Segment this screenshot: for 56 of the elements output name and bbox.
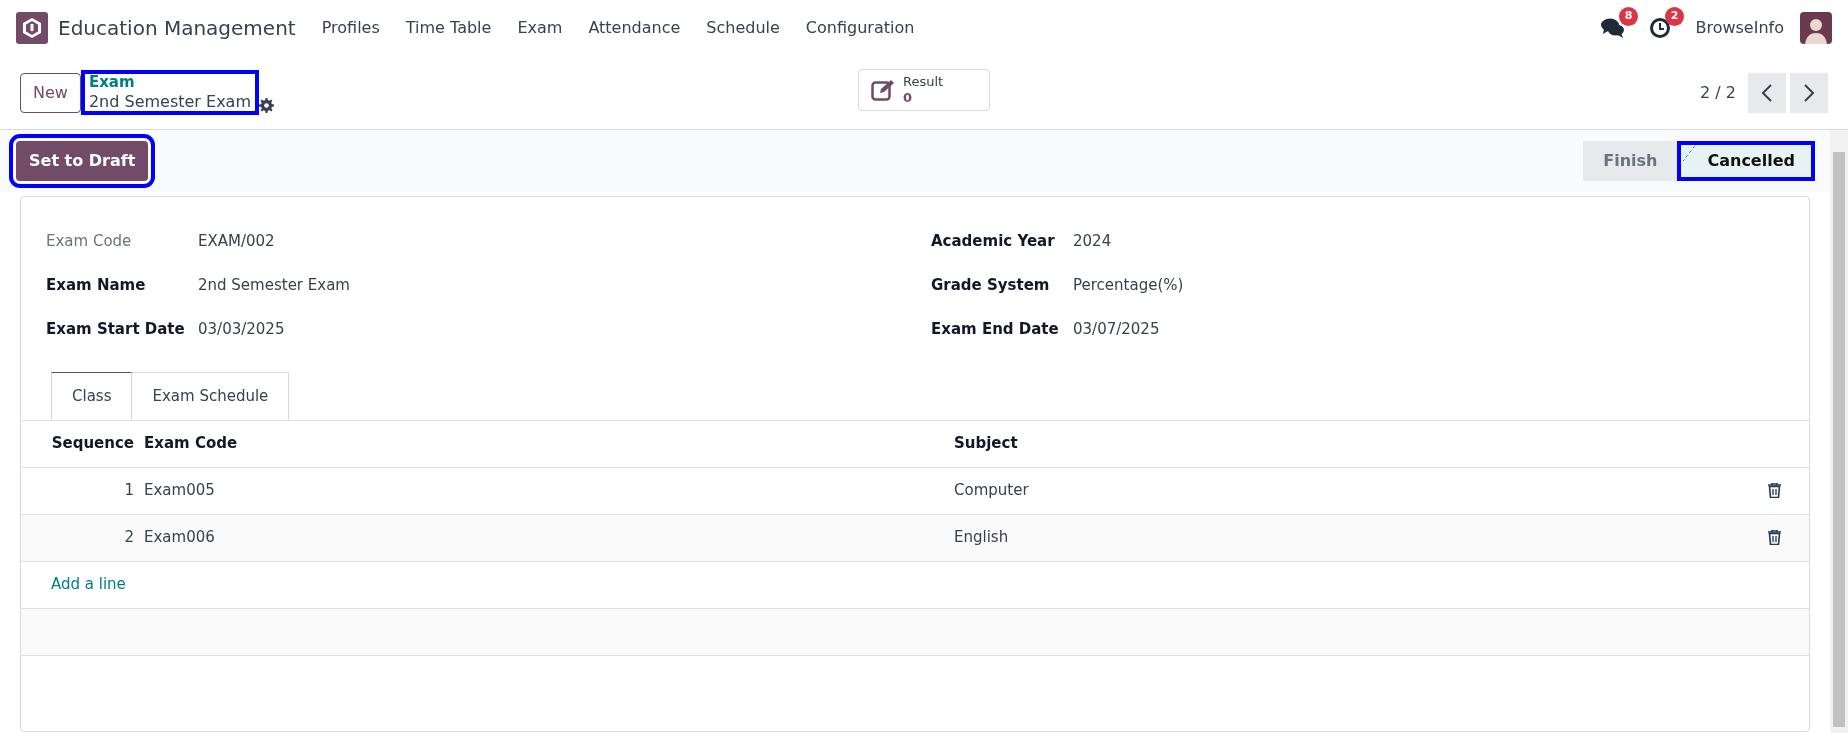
field-value[interactable]: 2nd Semester Exam (198, 273, 350, 297)
previous-button[interactable] (1748, 72, 1786, 113)
breadcrumb-link[interactable]: Exam (88, 74, 251, 92)
add-line-link[interactable]: Add a line (51, 573, 126, 596)
column-header[interactable]: Sequence (21, 432, 144, 455)
status-stage[interactable]: Cancelled (1677, 141, 1815, 181)
result-smart-button[interactable]: Result 0 (858, 69, 990, 111)
count-badge: 2 (1664, 7, 1685, 26)
result-count: 0 (903, 90, 914, 106)
edit-icon (871, 79, 895, 101)
table-cell-text: English (954, 527, 1009, 549)
gear-icon[interactable] (259, 98, 274, 113)
app-title: Education Management (58, 15, 296, 42)
next-button[interactable] (1790, 72, 1828, 113)
table-cell-text: 2 (123, 527, 135, 549)
new-button[interactable]: New (20, 72, 81, 113)
field-label: Exam Code (46, 230, 133, 252)
messages-icon[interactable] (1601, 17, 1626, 39)
table-cell-text: Computer (954, 480, 1029, 502)
table-cell-text: Exam005 (144, 480, 216, 502)
chevron-icon (1761, 83, 1773, 102)
table-cell-text: Exam006 (144, 527, 216, 549)
app-logo-icon[interactable] (16, 12, 48, 44)
table-cell-text: 1 (123, 480, 135, 502)
count-badge: 8 (1618, 7, 1639, 26)
menu-item[interactable]: Profiles (321, 16, 380, 40)
menu-item[interactable]: Exam (517, 16, 563, 40)
trash-icon[interactable] (1768, 530, 1781, 545)
menu-item[interactable]: Time Table (405, 16, 492, 40)
field-label: Exam End Date (931, 318, 1060, 340)
status-stage[interactable]: Finish (1583, 141, 1678, 181)
field-label: Exam Name (46, 274, 147, 296)
scrollbar-thumb[interactable] (1833, 152, 1845, 727)
avatar-icon[interactable] (1800, 12, 1832, 44)
user-name[interactable]: BrowseInfo (1695, 16, 1784, 40)
field-value[interactable]: EXAM/002 (198, 229, 275, 253)
column-header[interactable]: Subject (954, 432, 1018, 455)
menu-item[interactable]: Configuration (805, 16, 915, 40)
field-value[interactable]: Percentage(%) (1073, 273, 1184, 297)
field-label: Exam Start Date (46, 318, 186, 340)
menu-item[interactable]: Attendance (588, 16, 681, 40)
form-tab[interactable]: Class (51, 372, 133, 420)
column-header[interactable]: Exam Code (144, 432, 954, 455)
field-value[interactable]: 2024 (1073, 229, 1112, 253)
form-tab[interactable]: Exam Schedule (132, 372, 290, 420)
field-value[interactable]: 03/07/2025 (1073, 317, 1160, 341)
menu-item[interactable]: Schedule (706, 16, 780, 40)
trash-icon[interactable] (1768, 483, 1781, 498)
pager-value: 2 / 2 (1700, 81, 1736, 104)
field-label: Academic Year (931, 230, 1056, 252)
field-label: Grade System (931, 274, 1051, 296)
clock-icon[interactable] (1649, 17, 1672, 39)
field-value[interactable]: 03/03/2025 (198, 317, 285, 341)
result-label: Result (903, 74, 944, 90)
chevron-icon (1803, 83, 1815, 102)
record-title: 2nd Semester Exam (88, 91, 251, 111)
